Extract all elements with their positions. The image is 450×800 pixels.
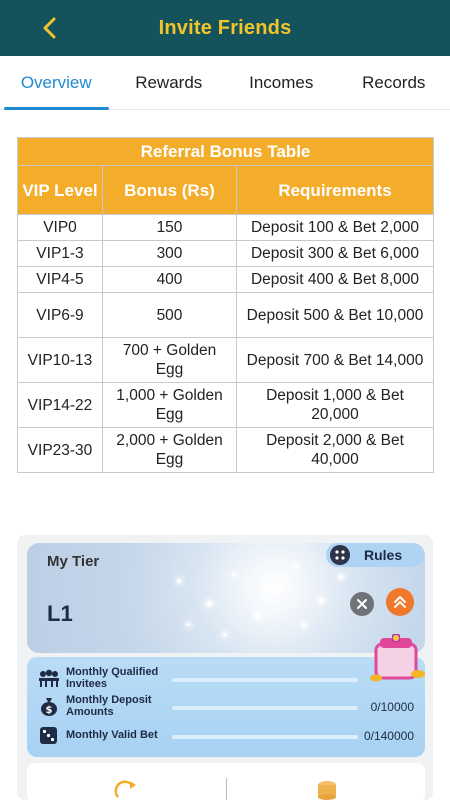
tab-records[interactable]: Records	[338, 56, 450, 109]
table-cell: VIP10-13	[17, 337, 103, 383]
table-cell: Deposit 2,000 & Bet 40,000	[235, 427, 435, 473]
table-row: VIP14-22 1,000 + Golden Egg Deposit 1,00…	[17, 382, 435, 428]
table-row: VIP23-30 2,000 + Golden Egg Deposit 2,00…	[17, 427, 435, 473]
stat-row-valid-bet: Monthly Valid Bet 0/140000	[36, 721, 416, 749]
invite-friends-page: Invite Friends Overview Rewards Incomes …	[0, 0, 450, 800]
tab-rewards[interactable]: Rewards	[113, 56, 226, 109]
back-button[interactable]	[36, 14, 64, 42]
table-row: VIP1-3 300 Deposit 300 & Bet 6,000	[17, 240, 435, 267]
table-cell: Deposit 100 & Bet 2,000	[235, 214, 435, 241]
table-cell: 400	[102, 266, 237, 293]
close-button[interactable]	[350, 592, 374, 616]
progress-bar	[172, 706, 358, 710]
close-icon	[357, 599, 367, 609]
app-header: Invite Friends	[0, 0, 450, 56]
sparkle-decoration	[187, 623, 190, 626]
table-title-row: Referral Bonus Table	[16, 137, 435, 166]
stat-value: 0/140000	[363, 729, 414, 743]
tier-level: L1	[47, 601, 73, 626]
table-cell: VIP14-22	[17, 382, 103, 428]
table-header-row: VIP Level Bonus (Rs) Requirements	[17, 165, 435, 215]
stat-label: Monthly Deposit Amounts	[66, 694, 152, 718]
sparkle-decoration	[255, 613, 261, 619]
table-row: VIP10-13 700 + Golden Egg Deposit 700 & …	[17, 337, 435, 383]
group-icon	[36, 665, 62, 691]
coins-icon[interactable]	[314, 779, 340, 800]
stat-row-invitees: Monthly Qualified Invitees	[36, 664, 416, 692]
table-cell: VIP4-5	[17, 266, 103, 293]
refresh-icon[interactable]	[112, 779, 138, 800]
table-row: VIP0 150 Deposit 100 & Bet 2,000	[17, 214, 435, 241]
referral-bonus-table: Referral Bonus Table VIP Level Bonus (Rs…	[16, 137, 435, 473]
table-cell: Deposit 1,000 & Bet 20,000	[235, 382, 435, 428]
sparkle-decoration	[207, 601, 212, 606]
dice-icon	[36, 722, 62, 748]
table-title: Referral Bonus Table	[16, 137, 435, 166]
table-cell: 2,000 + Golden Egg	[102, 427, 237, 473]
table-row: VIP4-5 400 Deposit 400 & Bet 8,000	[17, 266, 435, 293]
sparkle-decoration	[339, 575, 343, 579]
table-cell: 700 + Golden Egg	[102, 337, 237, 383]
money-bag-icon: $	[36, 693, 62, 719]
table-cell: VIP0	[17, 214, 103, 241]
table-cell: VIP6-9	[17, 292, 103, 338]
table-cell: Deposit 400 & Bet 8,000	[235, 266, 435, 293]
table-cell: VIP23-30	[17, 427, 103, 473]
tab-incomes[interactable]: Incomes	[225, 56, 338, 109]
stat-label: Monthly Valid Bet	[66, 729, 158, 741]
column-header-bonus: Bonus (Rs)	[102, 165, 237, 215]
tier-title: My Tier	[47, 553, 100, 570]
double-chevron-up-icon	[394, 596, 406, 608]
tab-bar: Overview Rewards Incomes Records	[0, 56, 450, 110]
chevron-left-icon	[43, 17, 56, 39]
stat-label: Monthly Qualified Invitees	[66, 666, 159, 690]
table-cell: Deposit 500 & Bet 10,000	[235, 292, 435, 338]
sparkle-decoration	[177, 579, 181, 583]
sparkle-decoration	[295, 565, 298, 568]
tab-overview[interactable]: Overview	[0, 56, 113, 110]
progress-bar	[172, 735, 358, 739]
column-header-requirements: Requirements	[235, 165, 435, 215]
grid-dots-icon	[330, 545, 350, 565]
rules-label: Rules	[364, 547, 403, 563]
table-cell: Deposit 300 & Bet 6,000	[235, 240, 435, 267]
table-cell: Deposit 700 & Bet 14,000	[235, 337, 435, 383]
sparkle-decoration	[223, 633, 226, 636]
column-header-vip-level: VIP Level	[17, 165, 103, 215]
table-cell: 300	[102, 240, 237, 267]
sparkle-decoration	[273, 585, 280, 592]
table-row: VIP6-9 500 Deposit 500 & Bet 10,000	[17, 292, 435, 338]
svg-text:$: $	[46, 705, 53, 716]
table-cell: 1,000 + Golden Egg	[102, 382, 237, 428]
table-cell: VIP1-3	[17, 240, 103, 267]
stat-value: 0/10000	[370, 700, 414, 714]
table-cell: 500	[102, 292, 237, 338]
divider	[226, 778, 227, 800]
sparkle-decoration	[302, 623, 306, 627]
stat-row-deposit: $ Monthly Deposit Amounts 0/10000	[36, 692, 416, 720]
sparkle-decoration	[232, 573, 235, 576]
progress-bar	[172, 678, 358, 682]
rules-button[interactable]: Rules	[326, 543, 424, 567]
level-up-button[interactable]	[386, 588, 414, 616]
sparkle-decoration	[319, 598, 324, 603]
table-cell: 150	[102, 214, 237, 241]
page-title: Invite Friends	[158, 16, 292, 39]
gift-box-icon	[366, 630, 430, 686]
